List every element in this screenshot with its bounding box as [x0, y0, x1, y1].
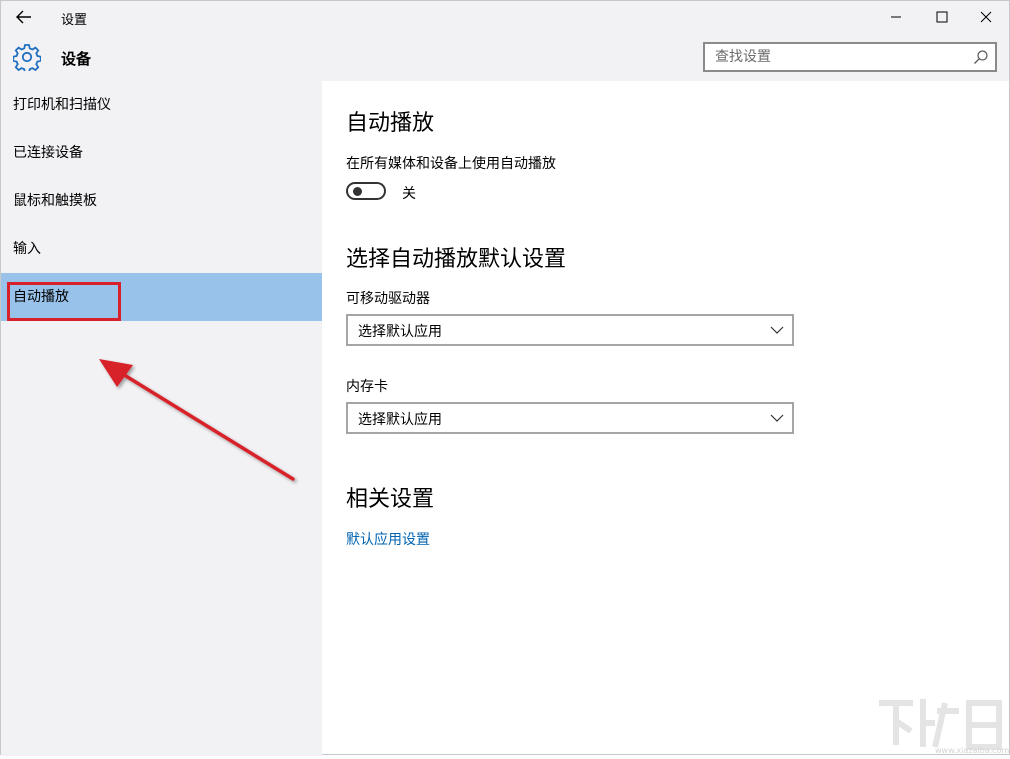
close-button[interactable] [963, 1, 1009, 33]
autoplay-toggle[interactable] [346, 182, 386, 200]
removable-drive-label: 可移动驱动器 [346, 288, 430, 308]
defaults-heading: 选择自动播放默认设置 [346, 241, 566, 273]
minimize-icon [890, 11, 902, 23]
related-settings-heading: 相关设置 [346, 481, 434, 513]
toggle-state-text: 关 [402, 183, 416, 203]
back-button[interactable] [11, 5, 37, 29]
close-icon [980, 11, 992, 23]
gear-icon [13, 43, 41, 71]
watermark-logo: www.xiazaiba.com [873, 693, 1009, 755]
sidebar: 打印机和扫描仪 已连接设备 鼠标和触摸板 输入 自动播放 [1, 81, 322, 756]
annotation-highlight-box [7, 282, 121, 321]
memory-card-label: 内存卡 [346, 376, 388, 396]
sidebar-item-connected-devices[interactable]: 已连接设备 [1, 129, 322, 177]
autoplay-heading: 自动播放 [346, 105, 434, 137]
settings-window: 设置 设备 [0, 0, 1010, 755]
sidebar-item-mouse-touchpad[interactable]: 鼠标和触摸板 [1, 177, 322, 225]
select-value: 选择默认应用 [358, 409, 442, 429]
removable-drive-select[interactable]: 选择默认应用 [346, 314, 794, 346]
page-title: 设备 [61, 48, 91, 69]
sidebar-item-label: 打印机和扫描仪 [13, 97, 111, 113]
sidebar-item-label: 已连接设备 [13, 145, 83, 161]
chevron-down-icon [770, 412, 784, 424]
sidebar-item-printers[interactable]: 打印机和扫描仪 [1, 81, 322, 129]
sidebar-item-typing[interactable]: 输入 [1, 225, 322, 273]
default-apps-link[interactable]: 默认应用设置 [346, 529, 430, 549]
watermark-graphic: www.xiazaiba.com [873, 693, 1009, 755]
autoplay-toggle-label: 在所有媒体和设备上使用自动播放 [346, 153, 556, 173]
chevron-down-icon [770, 324, 784, 336]
search-box[interactable] [703, 42, 997, 72]
arrow-left-icon [16, 10, 32, 24]
minimize-button[interactable] [873, 1, 919, 33]
select-value: 选择默认应用 [358, 321, 442, 341]
sidebar-item-label: 鼠标和触摸板 [13, 193, 97, 209]
search-icon[interactable] [973, 49, 989, 65]
page-header: 设备 [1, 33, 1009, 81]
watermark-url: www.xiazaiba.com [935, 746, 1009, 755]
memory-card-select[interactable]: 选择默认应用 [346, 402, 794, 434]
title-bar: 设置 [1, 1, 1009, 33]
sidebar-item-label: 输入 [13, 241, 41, 257]
search-input[interactable] [705, 44, 975, 70]
maximize-icon [936, 11, 948, 23]
window-title: 设置 [61, 9, 87, 28]
toggle-knob [353, 187, 362, 196]
maximize-button[interactable] [919, 1, 965, 33]
annotation-arrow [91, 351, 311, 491]
